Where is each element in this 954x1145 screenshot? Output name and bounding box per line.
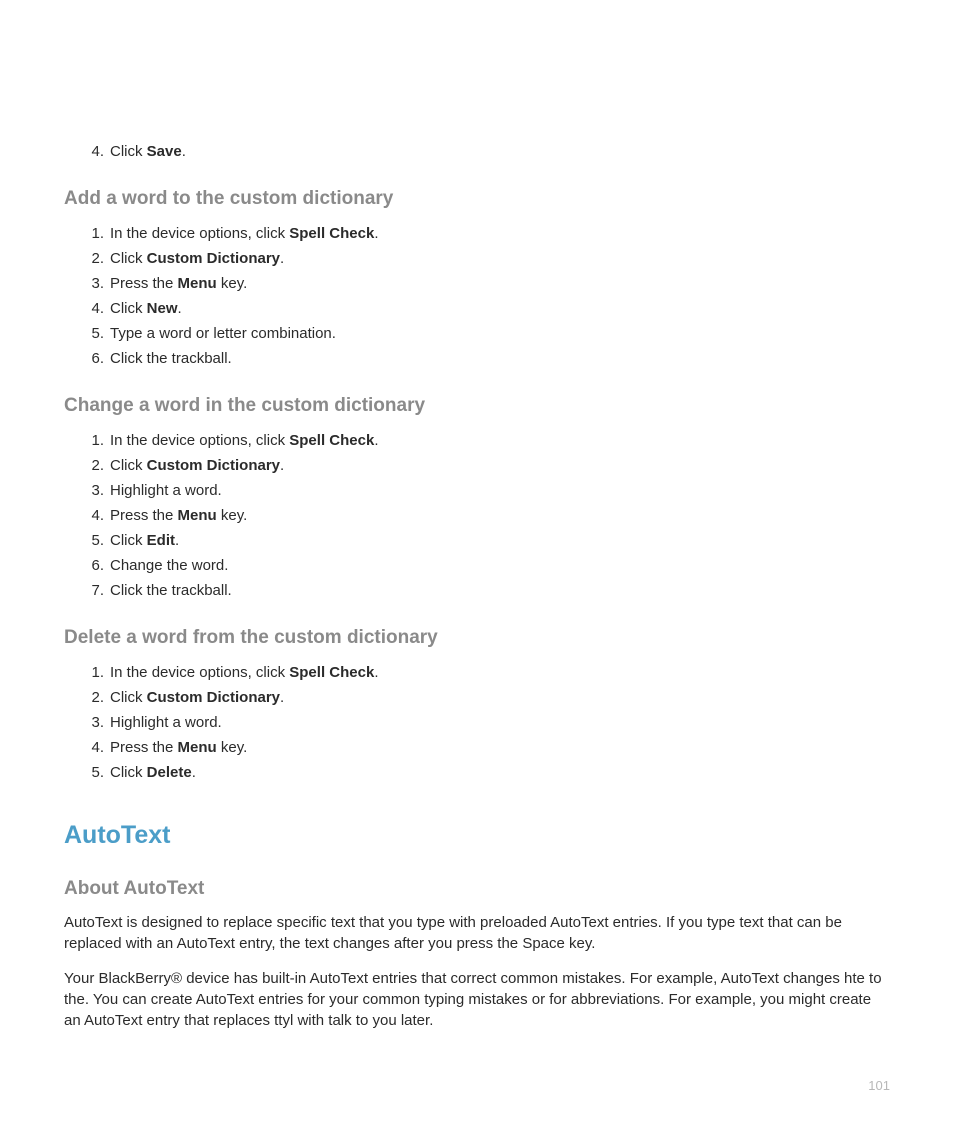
top-list: 4. Click Save. bbox=[64, 140, 890, 164]
list-item-text: Click Save. bbox=[110, 143, 186, 160]
bold-term: Spell Check bbox=[289, 432, 374, 449]
list-item: 5.Click Edit. bbox=[92, 529, 890, 553]
paragraph-autotext-2: Your BlackBerry® device has built-in Aut… bbox=[64, 968, 890, 1031]
list-item-text: Press the Menu key. bbox=[110, 275, 247, 292]
list-item-text: In the device options, click Spell Check… bbox=[110, 432, 378, 449]
list-item-number: 4. bbox=[84, 297, 104, 321]
list-item-number: 4. bbox=[84, 140, 104, 164]
list-item-number: 7. bbox=[84, 579, 104, 603]
list-item-number: 3. bbox=[84, 479, 104, 503]
list-item: 3.Highlight a word. bbox=[92, 711, 890, 735]
list-item-number: 6. bbox=[84, 554, 104, 578]
list-item: 2.Click Custom Dictionary. bbox=[92, 247, 890, 271]
bold-term: Custom Dictionary bbox=[147, 457, 280, 474]
list-item: 4.Press the Menu key. bbox=[92, 736, 890, 760]
list-item-text: Highlight a word. bbox=[110, 714, 222, 731]
list-item: 2.Click Custom Dictionary. bbox=[92, 454, 890, 478]
list-item-text: Press the Menu key. bbox=[110, 739, 247, 756]
list-item-number: 4. bbox=[84, 736, 104, 760]
list-item: 1.In the device options, click Spell Che… bbox=[92, 661, 890, 685]
list-item-number: 2. bbox=[84, 454, 104, 478]
bold-term: Save bbox=[147, 143, 182, 160]
list-item-number: 1. bbox=[84, 222, 104, 246]
heading-change-word: Change a word in the custom dictionary bbox=[64, 395, 890, 417]
list-item: 2.Click Custom Dictionary. bbox=[92, 686, 890, 710]
heading-about-autotext: About AutoText bbox=[64, 878, 890, 900]
list-item: 6.Change the word. bbox=[92, 554, 890, 578]
list-item: 4.Press the Menu key. bbox=[92, 504, 890, 528]
list-item: 5.Click Delete. bbox=[92, 761, 890, 785]
list-item-number: 1. bbox=[84, 661, 104, 685]
heading-delete-word: Delete a word from the custom dictionary bbox=[64, 627, 890, 649]
list-item-number: 5. bbox=[84, 761, 104, 785]
list-item-text: Click Custom Dictionary. bbox=[110, 457, 284, 474]
bold-term: Menu bbox=[178, 275, 217, 292]
list-item-number: 5. bbox=[84, 529, 104, 553]
list-item: 7.Click the trackball. bbox=[92, 579, 890, 603]
list-item: 3.Highlight a word. bbox=[92, 479, 890, 503]
bold-term: Edit bbox=[147, 532, 175, 549]
list-item-text: In the device options, click Spell Check… bbox=[110, 225, 378, 242]
list-item-number: 6. bbox=[84, 347, 104, 371]
heading-autotext: AutoText bbox=[64, 821, 890, 850]
list-item-number: 2. bbox=[84, 247, 104, 271]
list-item: 5.Type a word or letter combination. bbox=[92, 322, 890, 346]
bold-term: Custom Dictionary bbox=[147, 250, 280, 267]
bold-term: Menu bbox=[178, 739, 217, 756]
bold-term: New bbox=[147, 300, 178, 317]
list-item-text: Click Delete. bbox=[110, 764, 196, 781]
list-item-text: Press the Menu key. bbox=[110, 507, 247, 524]
bold-term: Menu bbox=[178, 507, 217, 524]
list-item-text: Click New. bbox=[110, 300, 182, 317]
document-content: 4. Click Save. Add a word to the custom d… bbox=[64, 140, 890, 1031]
list-item-text: Click the trackball. bbox=[110, 582, 232, 599]
list-item: 1.In the device options, click Spell Che… bbox=[92, 222, 890, 246]
list-item-text: Highlight a word. bbox=[110, 482, 222, 499]
list-item-number: 5. bbox=[84, 322, 104, 346]
bold-term: Custom Dictionary bbox=[147, 689, 280, 706]
heading-add-word: Add a word to the custom dictionary bbox=[64, 188, 890, 210]
bold-term: Spell Check bbox=[289, 225, 374, 242]
list-change-word: 1. In the device options, click Spell Che… bbox=[64, 429, 890, 603]
list-item-text: Type a word or letter combination. bbox=[110, 325, 336, 342]
list-item-number: 3. bbox=[84, 711, 104, 735]
paragraph-autotext-1: AutoText is designed to replace specific… bbox=[64, 912, 890, 954]
list-item: 4.Click Save. bbox=[92, 140, 890, 164]
bold-term: Delete bbox=[147, 764, 192, 781]
list-item-text: Change the word. bbox=[110, 557, 228, 574]
list-item: 6.Click the trackball. bbox=[92, 347, 890, 371]
list-item: 3.Press the Menu key. bbox=[92, 272, 890, 296]
list-item: 1.In the device options, click Spell Che… bbox=[92, 429, 890, 453]
list-add-word: 1. In the device options, click Spell Che… bbox=[64, 222, 890, 371]
page-number: 101 bbox=[868, 1078, 890, 1093]
list-item-text: In the device options, click Spell Check… bbox=[110, 664, 378, 681]
list-delete-word: 1. In the device options, click Spell Che… bbox=[64, 661, 890, 785]
list-item-number: 1. bbox=[84, 429, 104, 453]
bold-term: Spell Check bbox=[289, 664, 374, 681]
list-item-number: 4. bbox=[84, 504, 104, 528]
list-item-text: Click Custom Dictionary. bbox=[110, 250, 284, 267]
list-item-number: 3. bbox=[84, 272, 104, 296]
list-item-text: Click the trackball. bbox=[110, 350, 232, 367]
list-item: 4.Click New. bbox=[92, 297, 890, 321]
list-item-text: Click Edit. bbox=[110, 532, 179, 549]
list-item-text: Click Custom Dictionary. bbox=[110, 689, 284, 706]
list-item-number: 2. bbox=[84, 686, 104, 710]
